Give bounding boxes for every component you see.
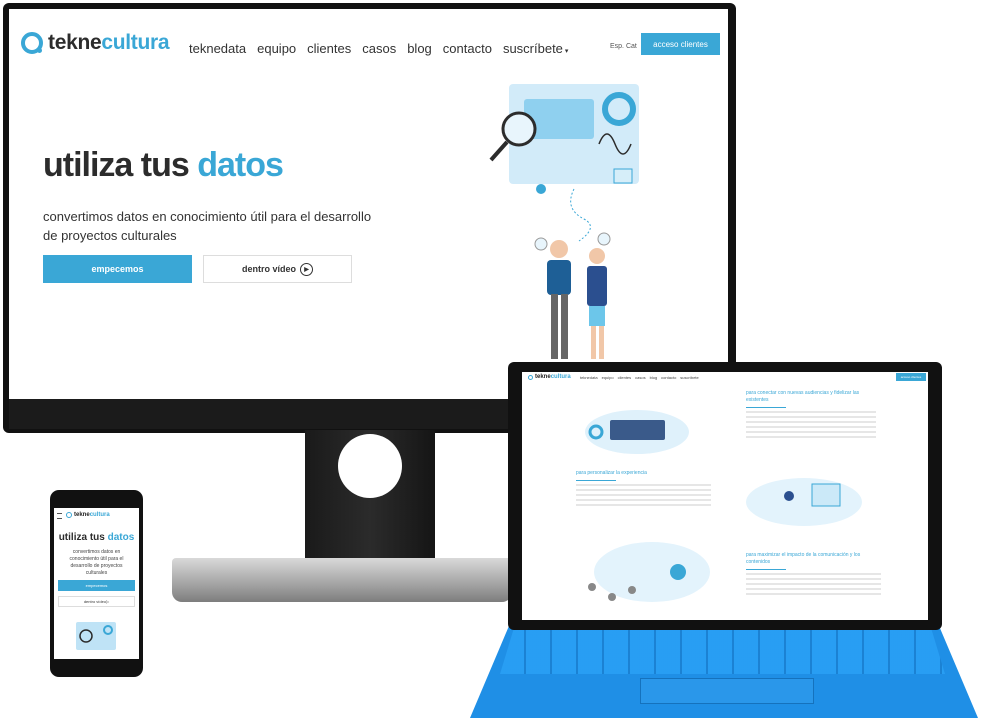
phone-video-button[interactable]: dentro vídeo ▷ <box>58 596 135 607</box>
section-body <box>576 484 711 508</box>
tablet-access-button[interactable]: acceso clientes <box>896 373 926 381</box>
hero-title: utiliza tus datos <box>43 146 284 185</box>
communication-illustration <box>588 542 710 602</box>
nav-item-clientes[interactable]: clientes <box>307 41 351 56</box>
phone-title-plain: utiliza tus <box>58 532 105 543</box>
start-button[interactable]: empecemos <box>43 255 192 283</box>
tablet-logo[interactable]: tekne cultura <box>528 374 571 380</box>
tablet-nav-item[interactable]: suscríbete <box>680 375 698 380</box>
monitor-stand-hole <box>338 434 402 498</box>
gear-icon <box>534 237 548 251</box>
logo-icon <box>21 32 43 54</box>
phone-hero-subtitle: convertimos datos en conocimiento útil p… <box>69 549 124 576</box>
calendar-icon <box>613 168 633 184</box>
phone-video-label: dentro vídeo <box>83 599 107 604</box>
section-heading: para maximizar el impacto de la comunica… <box>746 552 861 565</box>
logo-text-part2: cultura <box>89 512 110 518</box>
phone-screen: tekne cultura utiliza tus datos convertim… <box>54 508 139 659</box>
hero-subtitle: convertimos datos en conocimiento útil p… <box>43 209 372 243</box>
nav-item-teknedata[interactable]: teknedata <box>189 41 246 56</box>
logo-icon <box>66 512 72 518</box>
tablet-nav-item[interactable]: contacto <box>661 375 676 380</box>
language-switcher[interactable]: Esp. Cat <box>610 43 637 50</box>
section-heading: para conectar con nuevas audiencias y fi… <box>746 390 860 403</box>
lightbulb-icon <box>597 232 611 246</box>
phone-start-button[interactable]: empecemos <box>58 580 135 591</box>
keyboard-keys <box>500 630 945 674</box>
menu-icon[interactable] <box>57 513 62 519</box>
play-icon: ▶ <box>300 262 313 276</box>
tablet-nav-item[interactable]: blog <box>650 375 658 380</box>
tablet-nav-item[interactable]: clientes <box>618 375 632 380</box>
video-button[interactable]: dentro vídeo ▶ <box>203 255 352 283</box>
main-nav: teknedata equipo clientes casos blog con… <box>189 41 568 56</box>
nav-item-casos[interactable]: casos <box>362 41 396 56</box>
audience-illustration <box>585 410 689 454</box>
monitor-base <box>172 558 512 602</box>
section-body <box>746 411 876 439</box>
phone-logo[interactable]: tekne cultura <box>66 512 110 518</box>
logo-text-part1: tekne <box>74 512 90 518</box>
nav-item-contacto[interactable]: contacto <box>443 41 492 56</box>
section-communication: para maximizar el impacto de la comunica… <box>746 552 881 597</box>
data-illustration <box>489 84 639 359</box>
logo-text-part1: tekne <box>535 374 551 380</box>
location-pin-icon <box>536 184 546 194</box>
play-icon: ▷ <box>106 599 110 604</box>
logo-text-part2: cultura <box>101 31 170 54</box>
tablet-nav-item[interactable]: teknedata <box>580 375 598 380</box>
section-body <box>746 573 881 597</box>
section-heading: para personalizar la experiencia <box>576 470 647 476</box>
logo-icon <box>528 374 533 380</box>
section-audiences: para conectar con nuevas audiencias y fi… <box>746 390 876 439</box>
nav-item-suscribete[interactable]: suscríbete ▾ <box>503 41 568 56</box>
phone-hero-title: utiliza tus datos <box>54 532 139 543</box>
phone-title-accent: datos <box>107 532 135 543</box>
site-logo[interactable]: tekne cultura <box>21 31 170 55</box>
trackpad <box>640 678 814 704</box>
section-personalize: para personalizar la experiencia <box>576 470 711 508</box>
nav-item-blog[interactable]: blog <box>407 41 432 56</box>
tablet-nav-item[interactable]: casos <box>635 375 645 380</box>
hero-title-plain: utiliza tus <box>43 146 190 184</box>
client-access-button[interactable]: acceso clientes <box>641 33 720 55</box>
phone-illustration <box>76 622 116 650</box>
video-button-label: dentro vídeo <box>241 264 296 274</box>
nav-item-equipo[interactable]: equipo <box>257 41 296 56</box>
personalize-illustration <box>746 478 862 526</box>
woman-figure <box>587 266 607 306</box>
tablet-nav-item[interactable]: equipo <box>602 375 614 380</box>
tablet-nav: teknedata equipo clientes casos blog con… <box>580 375 699 380</box>
logo-text-part1: tekne <box>48 31 102 54</box>
nav-item-suscribete-label: suscríbete <box>502 41 563 56</box>
hero-title-accent: datos <box>197 146 284 184</box>
caret-down-icon: ▾ <box>562 48 569 55</box>
magnifier-icon <box>501 111 537 147</box>
logo-text-part2: cultura <box>550 374 571 380</box>
man-figure <box>547 260 571 295</box>
tablet-screen: tekne cultura teknedata equipo clientes c… <box>522 372 928 620</box>
desktop-screen: tekne cultura teknedata equipo clientes c… <box>9 9 728 399</box>
